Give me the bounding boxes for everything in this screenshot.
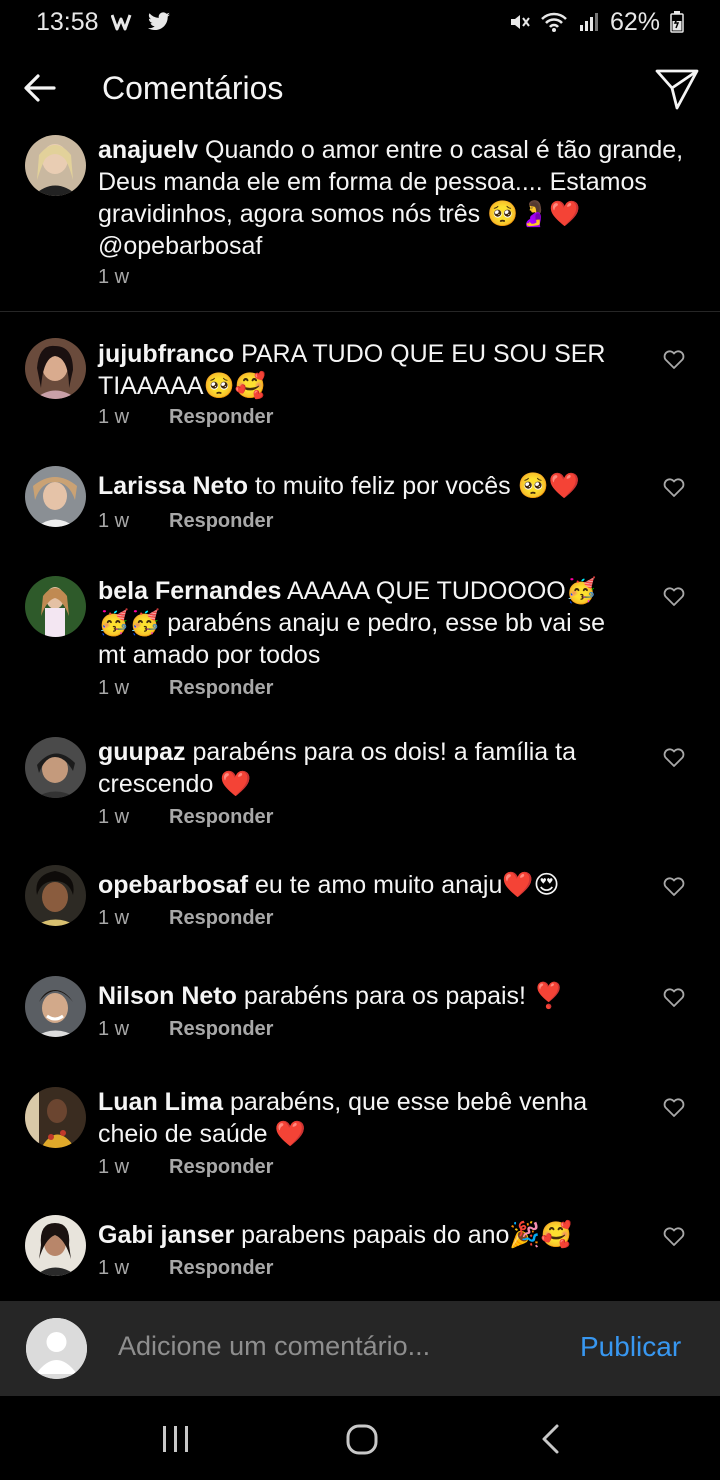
- comment-time: 1 w: [98, 1257, 130, 1279]
- comment-body: parabens papais do ano🎉🥰: [241, 1221, 572, 1249]
- comment-time: 1 w: [98, 806, 130, 828]
- heart-icon[interactable]: [663, 877, 685, 897]
- heart-icon[interactable]: [663, 478, 685, 498]
- heart-icon[interactable]: [663, 1227, 685, 1247]
- publish-button[interactable]: Publicar: [580, 1331, 681, 1363]
- comment-body: eu te amo muito anaju❤️😍: [254, 871, 560, 899]
- comment-meta: 1 w Responder: [98, 406, 273, 429]
- signal-icon: [578, 12, 600, 32]
- comment-time: 1 w: [98, 677, 130, 699]
- comment-composer: Publicar: [0, 1301, 720, 1396]
- comment-time: 1 w: [98, 406, 130, 428]
- page-title: Comentários: [102, 70, 284, 106]
- comment-username[interactable]: Larissa Neto: [98, 472, 248, 500]
- reply-button[interactable]: Responder: [169, 510, 273, 533]
- comment-input[interactable]: [118, 1331, 558, 1362]
- comment-username[interactable]: Nilson Neto: [98, 982, 237, 1010]
- comment-username[interactable]: Luan Lima: [98, 1088, 223, 1116]
- recent-apps-icon[interactable]: [159, 1422, 193, 1456]
- heart-icon[interactable]: [663, 988, 685, 1008]
- reply-button[interactable]: Responder: [169, 406, 273, 429]
- comment-body: parabéns para os papais! ❣️: [243, 982, 565, 1010]
- comment-text: Larissa Neto to muito feliz por vocês 🥺❤…: [98, 470, 618, 502]
- battery-icon: [670, 11, 684, 33]
- avatar[interactable]: [25, 576, 86, 637]
- back-nav-icon[interactable]: [535, 1422, 569, 1456]
- avatar[interactable]: [25, 737, 86, 798]
- heart-icon[interactable]: [663, 1098, 685, 1118]
- reply-button[interactable]: Responder: [169, 677, 273, 700]
- reply-button[interactable]: Responder: [169, 1156, 273, 1179]
- comment-meta: 1 w Responder: [98, 1018, 273, 1041]
- send-icon[interactable]: [654, 66, 700, 112]
- caption-text: anajuelv Quando o amor entre o casal é t…: [98, 134, 718, 262]
- comment-username[interactable]: opebarbosaf: [98, 871, 248, 899]
- system-nav-bar: [0, 1396, 720, 1480]
- heart-icon[interactable]: [663, 350, 685, 370]
- heart-icon[interactable]: [663, 587, 685, 607]
- heart-icon[interactable]: [663, 748, 685, 768]
- comment-time: 1 w: [98, 510, 130, 532]
- comment-meta: 1 w Responder: [98, 1257, 273, 1280]
- comment-text: bela Fernandes AAAAA QUE TUDOOOO🥳🥳🥳 para…: [98, 575, 618, 671]
- status-bar: 13:58 62%: [0, 0, 720, 44]
- comment-time: 1 w: [98, 1018, 130, 1040]
- caption-username[interactable]: anajuelv: [98, 136, 198, 164]
- avatar[interactable]: [25, 976, 86, 1037]
- twitter-icon: [147, 12, 171, 32]
- comment-meta: 1 w Responder: [98, 907, 273, 930]
- avatar: [26, 1318, 87, 1379]
- avatar[interactable]: [25, 135, 86, 196]
- status-time: 13:58: [36, 7, 99, 36]
- avatar[interactable]: [25, 1215, 86, 1276]
- comment-text: guupaz parabéns para os dois! a família …: [98, 736, 618, 800]
- comment-username[interactable]: bela Fernandes: [98, 577, 281, 605]
- avatar[interactable]: [25, 466, 86, 527]
- back-arrow-icon[interactable]: [22, 70, 58, 106]
- mute-icon: [508, 11, 530, 33]
- comment-text: opebarbosaf eu te amo muito anaju❤️😍: [98, 869, 618, 901]
- caption-time: 1 w: [98, 266, 130, 288]
- reply-button[interactable]: Responder: [169, 907, 273, 930]
- comment-meta: 1 w Responder: [98, 510, 273, 533]
- battery-percent: 62%: [609, 7, 660, 36]
- reply-button[interactable]: Responder: [169, 1018, 273, 1041]
- comment-text: jujubfranco PARA TUDO QUE EU SOU SER TIA…: [98, 338, 618, 402]
- comment-meta: 1 w Responder: [98, 677, 273, 700]
- w-app-icon: [110, 13, 135, 31]
- avatar[interactable]: [25, 1087, 86, 1148]
- avatar[interactable]: [25, 338, 86, 399]
- reply-button[interactable]: Responder: [169, 806, 273, 829]
- comment-body: to muito feliz por vocês 🥺❤️: [255, 472, 580, 500]
- comment-time: 1 w: [98, 1156, 130, 1178]
- comment-text: Nilson Neto parabéns para os papais! ❣️: [98, 980, 618, 1012]
- comment-username[interactable]: guupaz: [98, 738, 186, 766]
- comment-time: 1 w: [98, 907, 130, 929]
- wifi-icon: [540, 11, 568, 33]
- comment-meta: 1 w Responder: [98, 1156, 273, 1179]
- comment-username[interactable]: Gabi janser: [98, 1221, 234, 1249]
- home-icon[interactable]: [345, 1422, 379, 1456]
- comment-text: Gabi janser parabens papais do ano🎉🥰: [98, 1219, 618, 1251]
- comment-text: Luan Lima parabéns, que esse bebê venha …: [98, 1086, 618, 1150]
- reply-button[interactable]: Responder: [169, 1257, 273, 1280]
- comment-meta: 1 w Responder: [98, 806, 273, 829]
- avatar[interactable]: [25, 865, 86, 926]
- divider: [0, 311, 720, 312]
- header: Comentários: [0, 44, 720, 134]
- comment-username[interactable]: jujubfranco: [98, 340, 234, 368]
